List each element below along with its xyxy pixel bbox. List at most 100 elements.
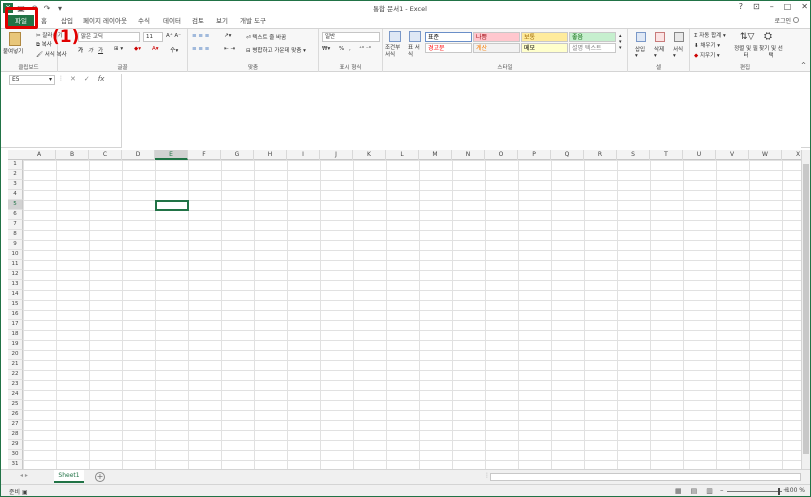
paste-button[interactable]: 붙여넣기 (3, 47, 23, 55)
tab-page-layout[interactable]: 페이지 레이아웃 (82, 15, 128, 28)
align-top-icon[interactable]: ≡ ≡ ≡ (192, 33, 209, 39)
column-header[interactable]: E (155, 150, 188, 160)
underline-button[interactable]: 가 (98, 46, 103, 54)
currency-icon[interactable]: ₩▾ (322, 46, 330, 52)
style-cell[interactable]: 메모 (521, 43, 568, 53)
row-header[interactable]: 10 (8, 250, 23, 260)
column-header[interactable]: N (452, 150, 485, 160)
tab-data[interactable]: 데이터 (160, 15, 184, 28)
column-header[interactable]: K (353, 150, 386, 160)
autosum-button[interactable]: Σ 자동 합계 ▾ (694, 31, 726, 39)
customize-qat-icon[interactable]: ▾ (55, 3, 65, 13)
wrap-text-button[interactable]: ⏎ 텍스트 줄 바꿈 (246, 33, 286, 41)
tab-review[interactable]: 검토 (188, 15, 208, 28)
row-header[interactable]: 28 (8, 430, 23, 440)
insert-function-button[interactable]: fx (98, 75, 105, 83)
formula-input[interactable] (121, 74, 801, 148)
collapse-ribbon-icon[interactable]: ^ (801, 62, 806, 69)
column-header[interactable]: D (122, 150, 155, 160)
column-header[interactable]: T (650, 150, 683, 160)
style-cell[interactable]: 보통 (521, 32, 568, 42)
conditional-format-button[interactable]: 조건부 서식 (385, 45, 405, 59)
merge-center-button[interactable]: ⊟ 병합하고 가운데 맞춤 ▾ (246, 46, 306, 54)
row-header[interactable]: 13 (8, 280, 23, 290)
find-select-button[interactable]: 찾기 및 선택 (758, 46, 784, 60)
page-layout-view-icon[interactable]: ▤ (691, 487, 698, 495)
redo-icon[interactable]: ↷ (42, 3, 52, 13)
column-header[interactable]: A (23, 150, 56, 160)
row-header[interactable]: 25 (8, 400, 23, 410)
fill-button[interactable]: ⬇ 채우기 ▾ (694, 41, 720, 49)
indent-icon[interactable]: ⇤ ⇥ (224, 46, 235, 52)
format-cells-button[interactable]: 서식 ▾ (673, 45, 683, 59)
add-sheet-button[interactable]: + (95, 472, 105, 482)
border-icon[interactable]: ⊞ ▾ (114, 46, 123, 52)
active-cell[interactable] (155, 200, 189, 211)
row-header[interactable]: 3 (8, 180, 23, 190)
column-header[interactable]: G (221, 150, 254, 160)
delete-cells-icon[interactable] (655, 32, 665, 42)
insert-cells-icon[interactable] (636, 32, 646, 42)
insert-cells-button[interactable]: 삽입 ▾ (635, 45, 645, 59)
percent-button[interactable]: % (339, 46, 344, 52)
sheet-tab[interactable]: Sheet1 (54, 470, 84, 483)
font-grow-icon[interactable]: A⁺ A⁻ (166, 33, 181, 39)
minimize-button[interactable]: – (770, 2, 774, 11)
row-header[interactable]: 15 (8, 300, 23, 310)
row-header[interactable]: 1 (8, 160, 23, 170)
format-as-table-icon[interactable] (409, 31, 421, 42)
row-header[interactable]: 26 (8, 410, 23, 420)
tab-formulas[interactable]: 수식 (134, 15, 154, 28)
row-header[interactable]: 20 (8, 350, 23, 360)
column-header[interactable]: U (683, 150, 716, 160)
sort-filter-icon[interactable]: ⇅▽ (740, 32, 754, 42)
row-header[interactable]: 4 (8, 190, 23, 200)
column-header[interactable]: R (584, 150, 617, 160)
vertical-scroll-thumb[interactable] (803, 164, 809, 454)
conditional-format-icon[interactable] (389, 31, 401, 42)
sort-filter-button[interactable]: 정렬 및 필터 (734, 46, 758, 60)
column-header[interactable]: F (188, 150, 221, 160)
bold-button[interactable]: 가 (78, 46, 83, 54)
zoom-knob[interactable] (778, 488, 780, 495)
style-cell[interactable]: 나쁨 (473, 32, 520, 42)
gallery-scroll-icon[interactable]: ▴ ▾ ▾ (619, 33, 622, 51)
help-button[interactable]: ? (739, 2, 743, 11)
tab-view[interactable]: 보기 (212, 15, 232, 28)
column-header[interactable]: Q (551, 150, 584, 160)
comma-button[interactable]: , (349, 46, 351, 52)
row-header[interactable]: 11 (8, 260, 23, 270)
row-header[interactable]: 22 (8, 370, 23, 380)
maximize-button[interactable]: □ (784, 2, 792, 11)
clear-button[interactable]: ◆ 지우기 ▾ (694, 51, 720, 59)
enter-icon[interactable]: ✓ (84, 75, 90, 83)
macro-record-icon[interactable]: ▣ (22, 489, 28, 496)
row-header[interactable]: 2 (8, 170, 23, 180)
row-header[interactable]: 29 (8, 440, 23, 450)
column-header[interactable]: S (617, 150, 650, 160)
row-header[interactable]: 30 (8, 450, 23, 460)
row-header[interactable]: 8 (8, 230, 23, 240)
row-header[interactable]: 16 (8, 310, 23, 320)
horizontal-scrollbar[interactable] (490, 473, 801, 481)
column-header[interactable]: V (716, 150, 749, 160)
zoom-slider[interactable] (727, 491, 782, 492)
tab-home[interactable]: 홈 (36, 15, 52, 28)
name-box[interactable]: E5 ▾ (9, 75, 55, 85)
italic-button[interactable]: 가 (88, 46, 93, 54)
style-cell[interactable]: 계산 (473, 43, 520, 53)
row-header[interactable]: 17 (8, 320, 23, 330)
column-header[interactable]: W (749, 150, 782, 160)
decimal-icon[interactable]: ⁺⁰ ⁻⁰ (359, 46, 371, 52)
style-cell[interactable]: 경고문 (425, 43, 472, 53)
row-header[interactable]: 21 (8, 360, 23, 370)
font-name-select[interactable]: 맑은 고딕 (78, 32, 140, 42)
binoculars-icon[interactable]: ⛭ (764, 31, 772, 42)
copy-button[interactable]: ⧉ 복사 (36, 40, 52, 49)
row-header[interactable]: 31 (8, 460, 23, 469)
column-header[interactable]: H (254, 150, 287, 160)
font-size-select[interactable]: 11 (143, 32, 163, 42)
column-header[interactable]: B (56, 150, 89, 160)
column-header[interactable]: I (287, 150, 320, 160)
sheet-nav-icon[interactable]: ◂ ▸ (20, 472, 28, 479)
